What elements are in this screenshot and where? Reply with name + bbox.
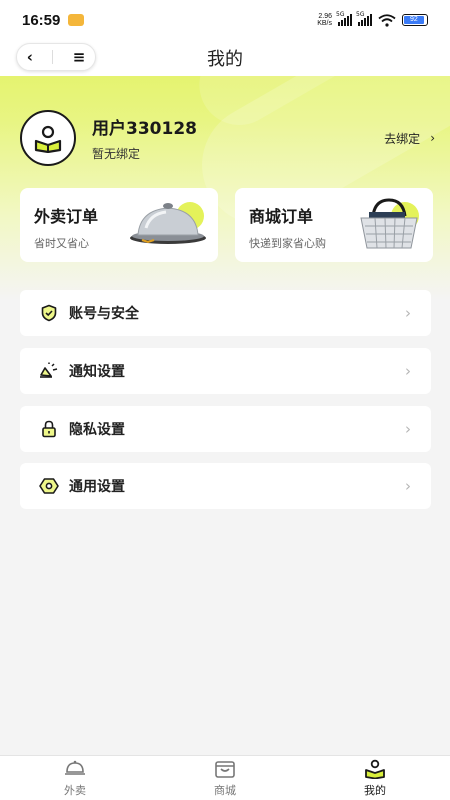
- nav-header: ‹ ≡ 我的: [0, 40, 450, 76]
- page-title: 我的: [207, 49, 243, 70]
- menu-item-privacy-settings[interactable]: 隐私设置 ›: [20, 406, 431, 452]
- shopping-basket-icon: [360, 198, 419, 249]
- signal-icon: 5G: [356, 11, 372, 26]
- nav-capsule: ‹ ≡: [16, 43, 96, 71]
- lock-icon: [39, 419, 59, 439]
- megaphone-icon: [39, 361, 59, 381]
- network-speed-value: 2.96: [318, 13, 332, 20]
- menu-item-notification-settings[interactable]: 通知设置 ›: [20, 348, 431, 394]
- bind-link-label: 去绑定: [384, 131, 421, 146]
- chevron-right-icon: ›: [405, 362, 411, 380]
- network-speed: 2.96 KB/s: [317, 13, 332, 27]
- status-bar: 16:59 2.96 KB/s 5G 5G 92: [0, 0, 450, 40]
- mall-orders-card[interactable]: 商城订单 快递到家省心购: [235, 188, 433, 262]
- status-indicators: 2.96 KB/s 5G 5G 92: [317, 11, 428, 27]
- signal-icon: 5G: [336, 11, 352, 26]
- serving-cloche-icon: [130, 202, 206, 244]
- chevron-right-icon: ›: [430, 131, 435, 145]
- username: 用户330128: [92, 119, 197, 139]
- signal-type-label: 5G: [336, 11, 345, 18]
- tab-mall[interactable]: 商城: [150, 756, 300, 800]
- bind-status: 暂无绑定: [92, 147, 141, 161]
- hexagon-settings-icon: [39, 476, 59, 496]
- menu-item-general-settings[interactable]: 通用设置 ›: [20, 463, 431, 509]
- profile-section: 用户330128 暂无绑定 去绑定 ›: [20, 110, 435, 166]
- tab-takeout[interactable]: 外卖: [0, 756, 150, 800]
- wifi-icon: [378, 13, 396, 27]
- shop-bag-icon: [215, 760, 235, 778]
- shield-check-icon: [39, 303, 59, 323]
- bind-account-link[interactable]: 去绑定 ›: [384, 130, 435, 147]
- battery-level: 92: [404, 16, 424, 24]
- menu-item-label: 隐私设置: [69, 422, 125, 438]
- menu-item-account-security[interactable]: 账号与安全 ›: [20, 290, 431, 336]
- tab-label: 外卖: [64, 783, 86, 797]
- tab-mine[interactable]: 我的: [300, 756, 450, 800]
- profile-icon: [365, 759, 385, 779]
- order-cards: 外卖订单 省时又省心 商城订单 快递到家省心购: [20, 188, 433, 262]
- profile-text: 用户330128 暂无绑定: [92, 114, 197, 162]
- avatar[interactable]: [20, 110, 76, 166]
- capsule-divider: [52, 50, 54, 64]
- battery-icon: 92: [402, 14, 428, 26]
- chevron-right-icon: ›: [405, 420, 411, 438]
- signal-type-label: 5G: [356, 11, 365, 18]
- menu-item-label: 通用设置: [69, 479, 125, 495]
- takeout-icon: [65, 760, 85, 775]
- bottom-tab-bar: 外卖 商城 我的: [0, 755, 450, 800]
- back-button[interactable]: ‹: [27, 48, 33, 66]
- chevron-right-icon: ›: [405, 477, 411, 495]
- menu-item-label: 通知设置: [69, 364, 125, 380]
- tab-label: 商城: [214, 783, 236, 797]
- network-speed-unit: KB/s: [317, 20, 332, 27]
- menu-item-label: 账号与安全: [69, 306, 139, 322]
- chevron-right-icon: ›: [405, 304, 411, 322]
- user-avatar-icon: [34, 125, 62, 153]
- takeout-orders-card[interactable]: 外卖订单 省时又省心: [20, 188, 218, 262]
- tab-label: 我的: [364, 783, 386, 797]
- notification-app-icon: [68, 14, 85, 26]
- status-time: 16:59: [22, 11, 61, 29]
- menu-button[interactable]: ≡: [73, 48, 86, 66]
